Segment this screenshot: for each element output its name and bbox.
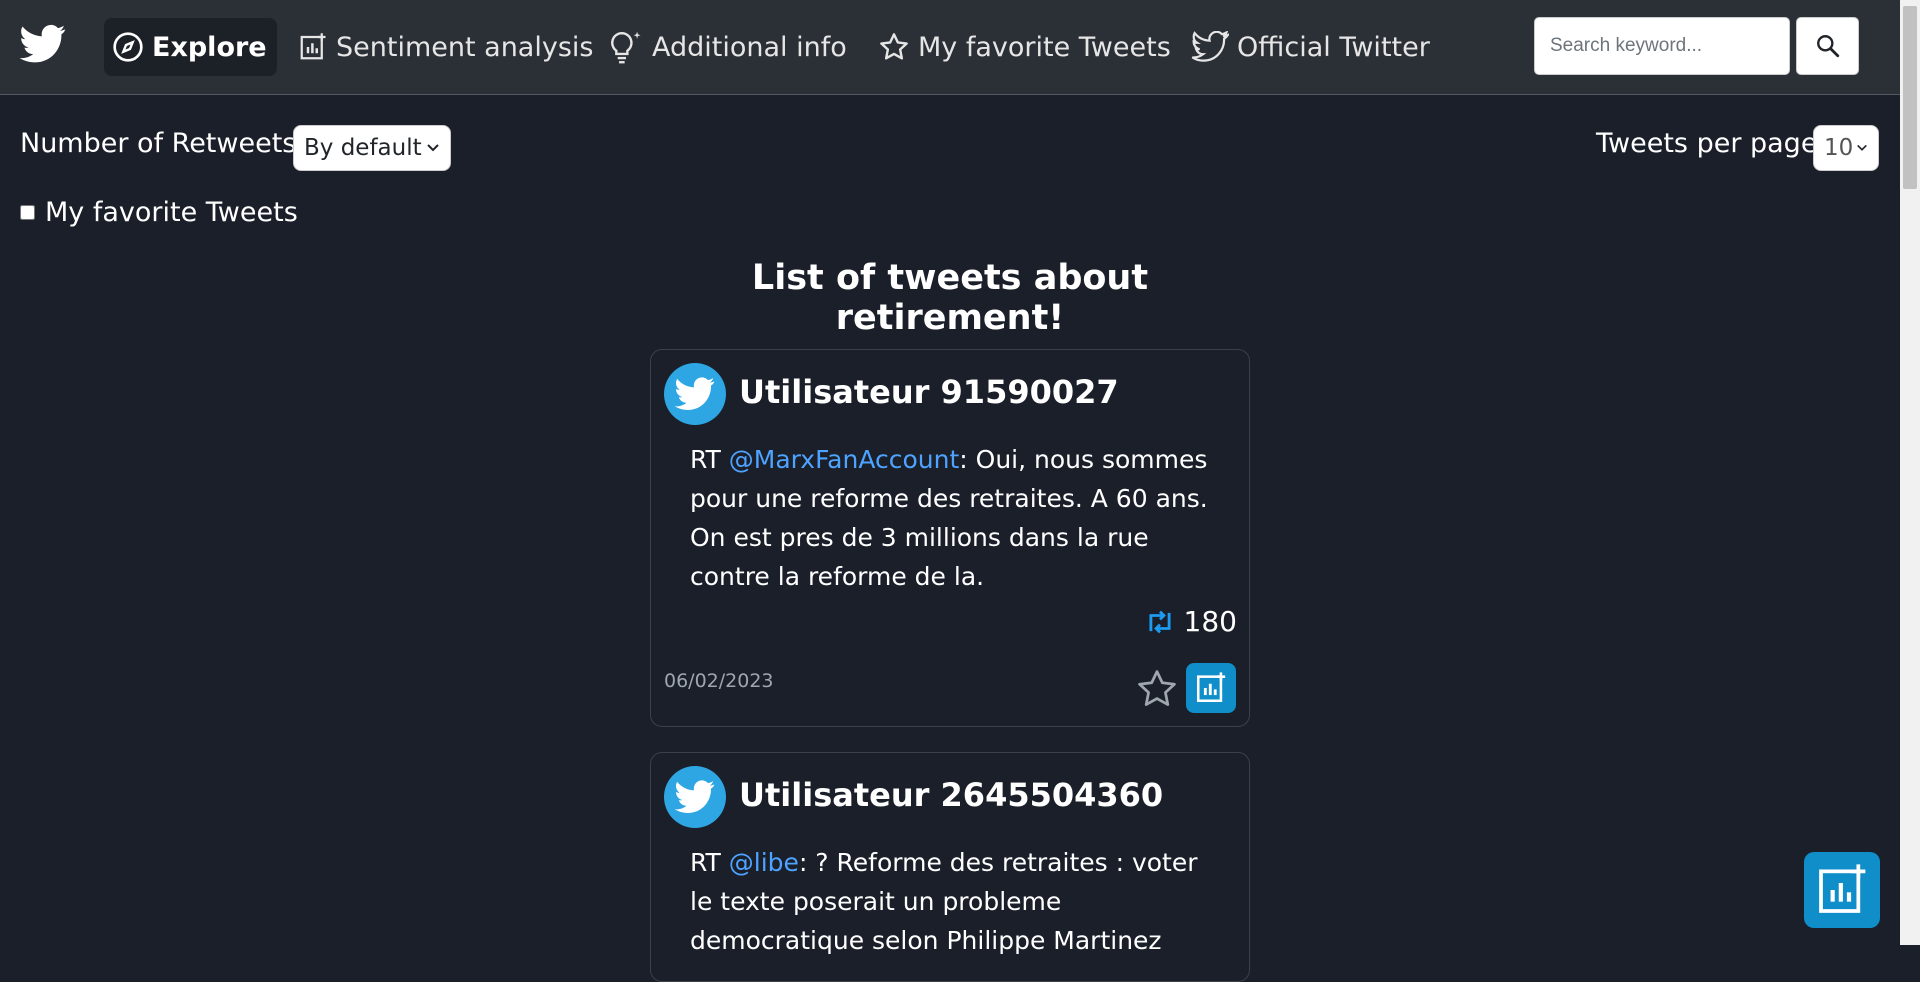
tweet-date: 06/02/2023 [664, 670, 774, 692]
tweet-prefix: RT [690, 848, 729, 877]
lightbulb-icon [611, 31, 641, 64]
tweet-text: RT @MarxFanAccount: Oui, nous sommes pou… [690, 440, 1210, 596]
tweet-card: Utilisateur 2645504360 RT @libe: ? Refor… [650, 752, 1250, 982]
top-navbar: Explore Sentiment analysis Additional in… [0, 0, 1900, 95]
star-icon [880, 33, 908, 60]
nav-official-twitter[interactable]: Official Twitter [1191, 18, 1430, 76]
floating-sentiment-button[interactable] [1804, 852, 1880, 928]
chevron-down-icon [1857, 144, 1867, 151]
favorites-filter-label: My favorite Tweets [45, 197, 298, 228]
nav-sentiment-analysis-label: Sentiment analysis [336, 31, 594, 63]
chevron-down-icon [427, 144, 439, 152]
chart-icon [1819, 864, 1866, 913]
nav-additional-info-label: Additional info [652, 31, 847, 63]
nav-sentiment-analysis[interactable]: Sentiment analysis [298, 18, 593, 76]
twitter-logo-icon[interactable] [19, 24, 68, 68]
twitter-icon [675, 780, 715, 813]
page-scrollbar[interactable] [1900, 0, 1920, 945]
chart-icon [300, 33, 326, 60]
sort-select[interactable]: By default [293, 125, 451, 171]
sort-select-value: By default [304, 135, 422, 161]
avatar [664, 363, 726, 425]
favorites-filter[interactable]: My favorite Tweets [20, 197, 298, 228]
search-icon [1816, 35, 1839, 58]
favorites-filter-checkbox[interactable] [20, 205, 35, 220]
tweet-username: Utilisateur 91590027 [739, 373, 1119, 411]
twitter-icon [675, 377, 715, 410]
sentiment-analysis-button[interactable] [1186, 663, 1236, 713]
tweet-prefix: RT [690, 445, 729, 474]
favorite-button[interactable] [1135, 667, 1179, 715]
retweet-count: 180 [1144, 605, 1237, 638]
page-title: List of tweets about retirement! [751, 258, 1149, 338]
per-page-select[interactable]: 10 [1813, 125, 1879, 171]
tweet-mention-link[interactable]: @libe [729, 848, 799, 877]
nav-my-favorite-tweets-label: My favorite Tweets [918, 31, 1171, 63]
compass-icon [113, 32, 143, 62]
nav-official-twitter-label: Official Twitter [1237, 31, 1430, 63]
retweet-icon [1149, 610, 1171, 633]
scrollbar-thumb[interactable] [1903, 6, 1917, 189]
avatar [664, 766, 726, 828]
nav-my-favorite-tweets[interactable]: My favorite Tweets [878, 18, 1171, 76]
tweet-username: Utilisateur 2645504360 [739, 776, 1164, 814]
nav-explore-label: Explore [152, 31, 267, 63]
sort-label: Number of Retweets [20, 128, 297, 159]
chart-icon [1196, 672, 1226, 703]
tweet-text: RT @libe: ? Reforme des retraites : vote… [690, 843, 1210, 960]
nav-explore[interactable]: Explore [104, 18, 277, 76]
search-button[interactable] [1796, 17, 1859, 75]
retweet-count-value: 180 [1183, 605, 1237, 638]
per-page-label: Tweets per page [1596, 128, 1818, 159]
tweet-mention-link[interactable]: @MarxFanAccount [729, 445, 959, 474]
nav-additional-info[interactable]: Additional info [608, 18, 847, 76]
per-page-select-value: 10 [1824, 135, 1854, 161]
twitter-icon [1191, 31, 1229, 62]
tweet-card: Utilisateur 91590027 RT @MarxFanAccount:… [650, 349, 1250, 727]
star-icon [1138, 670, 1176, 706]
search-input[interactable] [1534, 17, 1790, 75]
